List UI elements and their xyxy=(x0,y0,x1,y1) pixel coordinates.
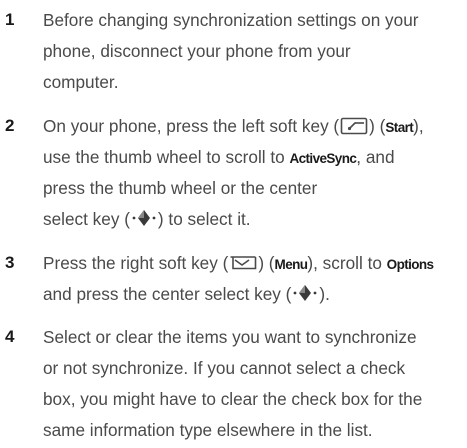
center-select-key-icon xyxy=(131,207,157,237)
step-number: 2 xyxy=(5,116,15,135)
step-text-line: select key ( ) to select it. xyxy=(43,204,251,237)
step-number: 3 xyxy=(5,253,15,272)
step-text-line: Before changing synchronization settings… xyxy=(43,10,419,30)
text-segment: use the thumb wheel to scroll to xyxy=(43,147,290,167)
step-text-line: Press the right soft key ( ) (Menu), scro… xyxy=(43,248,434,281)
text-segment: ), scroll to xyxy=(307,253,387,273)
step-text-line: On your phone, press the left soft key (… xyxy=(43,111,424,144)
step-text-line: same information type elsewhere in the l… xyxy=(43,420,373,440)
text-segment: ), xyxy=(413,116,424,136)
text-segment: , and xyxy=(356,147,395,167)
step-number: 1 xyxy=(5,10,15,29)
text-segment: Press the right soft key ( xyxy=(43,253,229,273)
step-text-line: use the thumb wheel to scroll to ActiveS… xyxy=(43,142,395,174)
left-soft-key-icon xyxy=(340,114,368,144)
keyword-options: Options xyxy=(386,257,434,272)
step-text-line: computer. xyxy=(43,72,119,92)
text-segment: select key ( xyxy=(43,209,130,229)
step-text-line: or not synchronize. If you cannot select… xyxy=(43,358,406,378)
keyword-menu: Menu xyxy=(274,257,308,272)
step-text-line: press the thumb wheel or the center xyxy=(43,178,318,198)
step-number: 4 xyxy=(5,327,15,346)
text-segment: ) to select it. xyxy=(157,209,251,229)
text-segment: ). xyxy=(319,284,330,304)
step-text-line: and press the center select key (). xyxy=(43,279,330,312)
text-segment: and press the center select key ( xyxy=(43,284,292,304)
right-soft-key-icon xyxy=(229,251,257,281)
center-select-key-icon xyxy=(292,282,318,312)
text-segment: On your phone, press the left soft key ( xyxy=(43,116,340,136)
keyword-start: Start xyxy=(385,120,414,135)
step-text-line: phone, disconnect your phone from your xyxy=(43,41,351,61)
step-text-line: Select or clear the items you want to sy… xyxy=(43,327,417,347)
text-segment: ) ( xyxy=(369,116,386,136)
step-text-line: box, you might have to clear the check b… xyxy=(43,389,423,409)
text-segment: ) ( xyxy=(258,253,275,273)
keyword-activesync: ActiveSync xyxy=(289,151,357,166)
